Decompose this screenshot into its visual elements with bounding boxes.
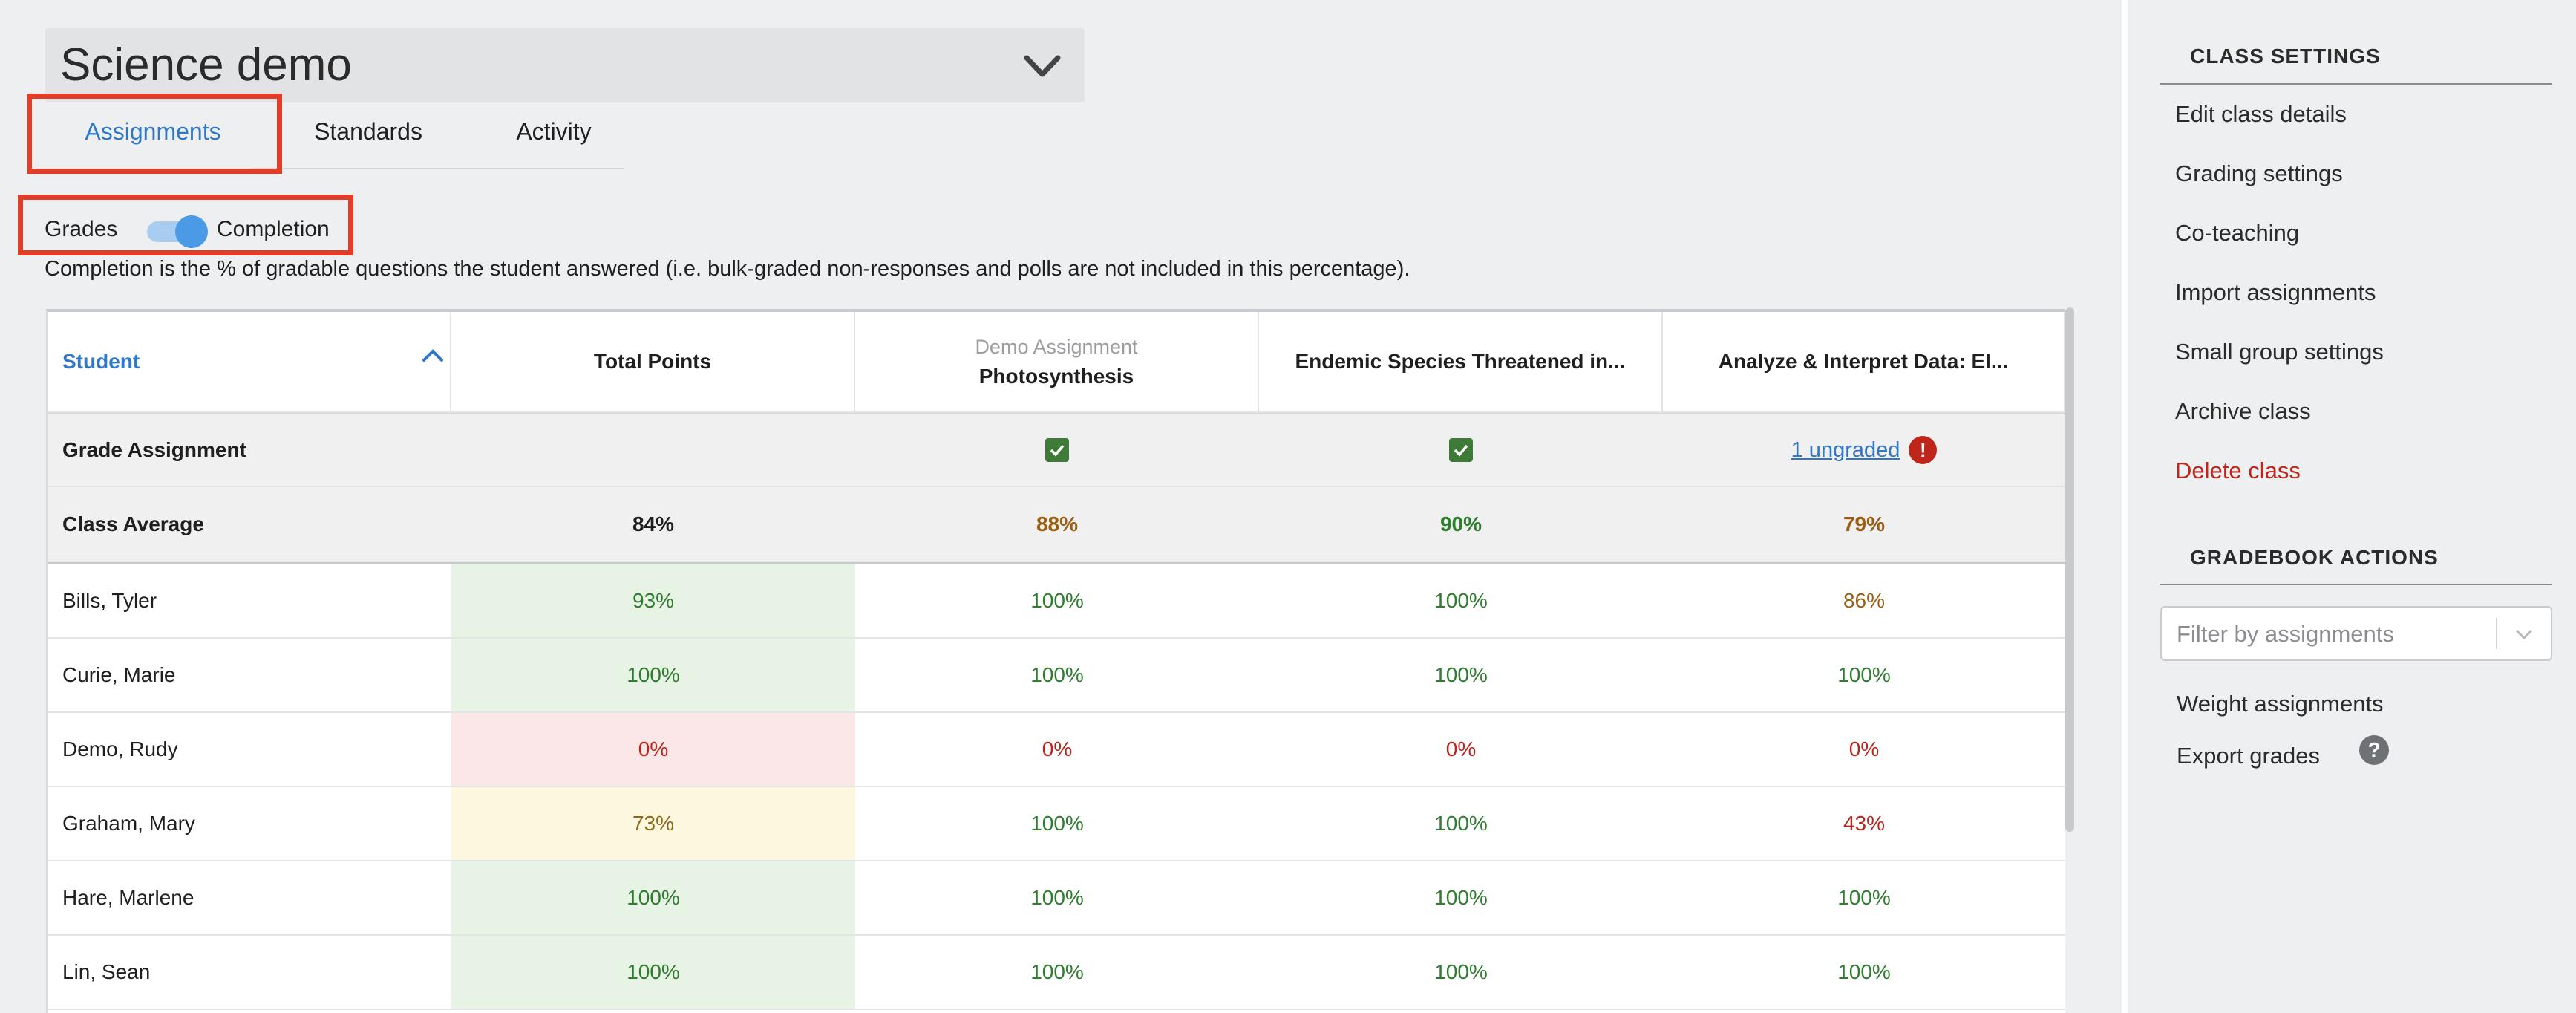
header-assignment-analyze[interactable]: Analyze & Interpret Data: El... <box>1663 312 2065 413</box>
grading-settings-link[interactable]: Grading settings <box>2175 160 2343 187</box>
header-col2-label: Endemic Species Threatened in... <box>1295 350 1626 373</box>
score-cell[interactable]: 100% <box>1259 936 1663 1010</box>
export-grades-link[interactable]: Export grades <box>2177 743 2320 769</box>
score-cell[interactable]: 0% <box>1259 713 1663 787</box>
header-assignment-photosynthesis[interactable]: Demo Assignment Photosynthesis <box>855 312 1259 413</box>
small-group-settings-link[interactable]: Small group settings <box>2175 339 2384 365</box>
total-points-cell[interactable]: 100% <box>451 639 855 713</box>
header-total-label: Total Points <box>593 350 712 373</box>
score-cell[interactable]: 100% <box>1259 564 1663 639</box>
score-cell[interactable]: 100% <box>855 861 1259 936</box>
edit-class-details-link[interactable]: Edit class details <box>2175 101 2347 128</box>
score-cell[interactable]: 100% <box>1663 936 2065 1010</box>
table-row: Curie, Marie 100% 100% 100% 100% <box>48 639 2065 713</box>
score-cell[interactable]: 100% <box>1259 787 1663 861</box>
student-name[interactable]: Curie, Marie <box>48 639 451 713</box>
help-icon[interactable]: ? <box>2359 735 2389 765</box>
score-cell[interactable]: 100% <box>855 936 1259 1010</box>
settings-sidebar: CLASS SETTINGS Edit class details Gradin… <box>2122 0 2576 1013</box>
filter-placeholder: Filter by assignments <box>2177 621 2394 647</box>
filter-assignments-select[interactable]: Filter by assignments <box>2160 606 2552 661</box>
total-points-cell[interactable]: 0% <box>451 713 855 787</box>
grade-cell-col3: 1 ungraded ! <box>1663 414 2065 487</box>
class-average-label: Class Average <box>48 487 451 562</box>
score-cell[interactable]: 100% <box>855 639 1259 713</box>
tab-activity[interactable]: Activity <box>457 94 650 169</box>
grade-cell-col2 <box>1259 414 1663 487</box>
class-average-row: Class Average 84% 88% 90% 79% <box>48 487 2065 564</box>
chevron-down-icon[interactable] <box>2514 627 2534 642</box>
table-row: Bills, Tyler 93% 100% 100% 86% <box>48 564 2065 639</box>
header-student[interactable]: Student <box>48 312 451 413</box>
avg-col3: 79% <box>1663 487 2065 562</box>
grade-row-label: Grade Assignment <box>48 414 855 487</box>
graded-check-icon[interactable] <box>1449 438 1473 462</box>
table-row: Graham, Mary 73% 100% 100% 43% <box>48 787 2065 861</box>
delete-class-link[interactable]: Delete class <box>2175 457 2301 484</box>
ungraded-link[interactable]: 1 ungraded <box>1791 438 1900 463</box>
avg-col1: 88% <box>855 487 1259 562</box>
gradebook-table: Student Total Points Demo Assignment Pho… <box>46 309 2065 1013</box>
highlight-box-toggle <box>18 195 353 255</box>
table-row: Demo, Rudy 0% 0% 0% 0% <box>48 713 2065 787</box>
section-divider <box>2160 83 2552 85</box>
score-cell[interactable]: 100% <box>1259 861 1663 936</box>
class-settings-title: CLASS SETTINGS <box>2190 45 2381 68</box>
archive-class-link[interactable]: Archive class <box>2175 398 2311 425</box>
highlight-box-tab <box>27 94 282 174</box>
completion-note: Completion is the % of gradable question… <box>45 257 1410 281</box>
grade-assignment-row: Grade Assignment 1 ungraded ! <box>48 413 2065 487</box>
total-points-cell[interactable]: 73% <box>451 787 855 861</box>
header-col1-label: Photosynthesis <box>978 364 1134 388</box>
score-cell[interactable]: 100% <box>1259 639 1663 713</box>
table-row: Hare, Marlene 100% 100% 100% 100% <box>48 861 2065 936</box>
header-total-points[interactable]: Total Points <box>451 312 855 413</box>
table-header: Student Total Points Demo Assignment Pho… <box>48 312 2065 413</box>
score-cell[interactable]: 100% <box>855 564 1259 639</box>
import-assignments-link[interactable]: Import assignments <box>2175 279 2376 306</box>
chevron-down-icon <box>1024 55 1061 77</box>
avg-col2: 90% <box>1259 487 1663 562</box>
score-cell[interactable]: 100% <box>855 787 1259 861</box>
score-cell[interactable]: 100% <box>1663 639 2065 713</box>
total-points-cell[interactable]: 93% <box>451 564 855 639</box>
student-name[interactable]: Hare, Marlene <box>48 861 451 936</box>
tab-divider <box>252 168 624 169</box>
header-assignment-endemic[interactable]: Endemic Species Threatened in... <box>1259 312 1663 413</box>
section-divider <box>2160 584 2552 585</box>
alert-icon: ! <box>1909 436 1938 464</box>
student-name[interactable]: Graham, Mary <box>48 787 451 861</box>
gradebook-actions-title: GRADEBOOK ACTIONS <box>2190 546 2439 569</box>
student-name[interactable]: Demo, Rudy <box>48 713 451 787</box>
header-col3-label: Analyze & Interpret Data: El... <box>1718 350 2009 373</box>
grade-cell-col1 <box>855 414 1259 487</box>
table-scrollbar[interactable] <box>2065 307 2074 832</box>
score-cell[interactable]: 0% <box>855 713 1259 787</box>
weight-assignments-link[interactable]: Weight assignments <box>2177 691 2384 717</box>
gradebook-main: Science demo Assignments Standards Activ… <box>0 0 2122 1013</box>
tab-standards[interactable]: Standards <box>279 94 457 169</box>
class-selector[interactable]: Science demo <box>45 28 1085 102</box>
table-row: Lin, Sean 100% 100% 100% 100% <box>48 936 2065 1010</box>
header-student-label: Student <box>62 350 140 373</box>
score-cell[interactable]: 43% <box>1663 787 2065 861</box>
total-points-cell[interactable]: 100% <box>451 861 855 936</box>
student-name[interactable]: Bills, Tyler <box>48 564 451 639</box>
select-separator <box>2496 618 2497 649</box>
total-points-cell[interactable]: 100% <box>451 936 855 1010</box>
co-teaching-link[interactable]: Co-teaching <box>2175 220 2299 247</box>
score-cell[interactable]: 100% <box>1663 861 2065 936</box>
student-name[interactable]: Lin, Sean <box>48 936 451 1010</box>
score-cell[interactable]: 86% <box>1663 564 2065 639</box>
header-demo-tag: Demo Assignment <box>975 335 1138 358</box>
class-name: Science demo <box>60 39 352 91</box>
score-cell[interactable]: 0% <box>1663 713 2065 787</box>
sort-up-icon[interactable] <box>422 348 444 362</box>
avg-total: 84% <box>451 487 855 562</box>
graded-check-icon[interactable] <box>1045 438 1069 462</box>
